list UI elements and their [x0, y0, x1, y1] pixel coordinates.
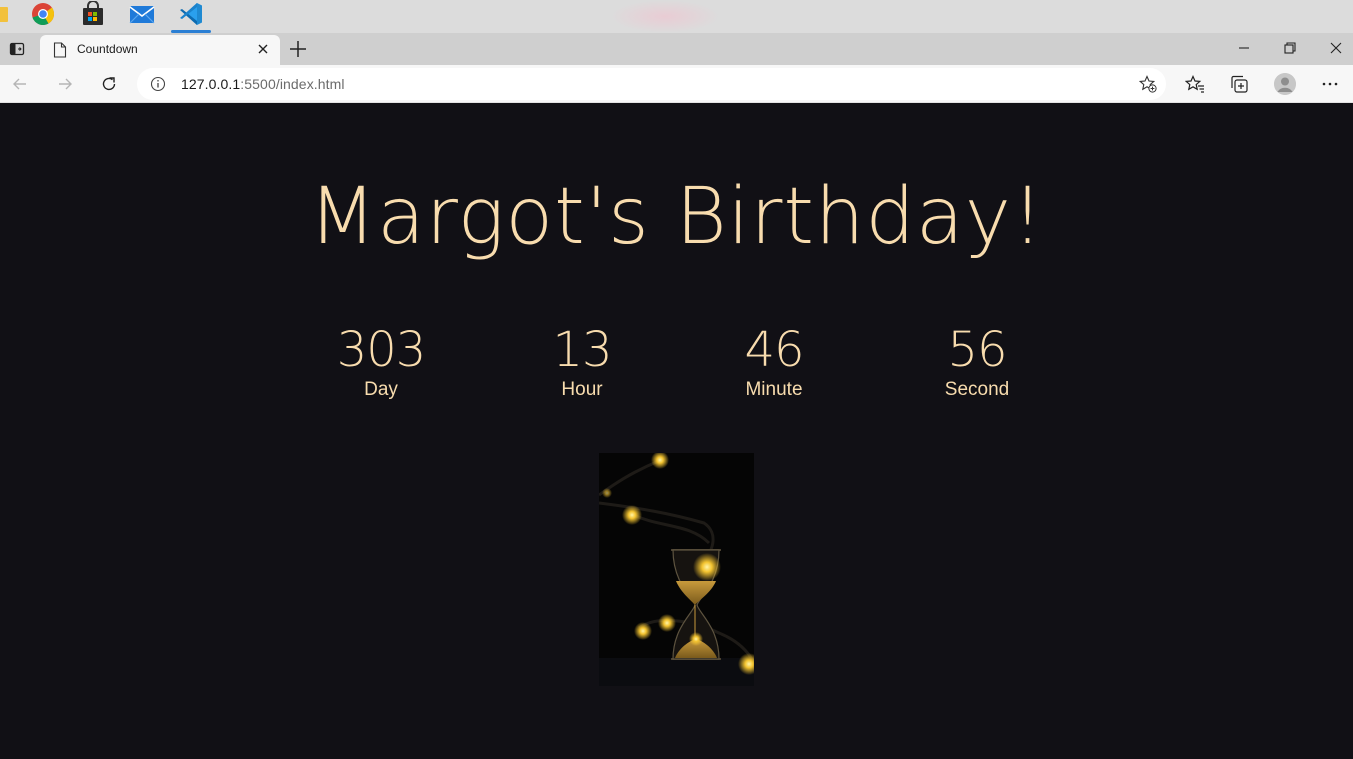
- page-content: Margot's Birthday! 303 Day 13 Hour 46 Mi…: [0, 104, 1353, 759]
- close-window-icon[interactable]: [1325, 37, 1347, 59]
- tab-countdown[interactable]: Countdown: [40, 35, 280, 65]
- refresh-icon[interactable]: [99, 74, 119, 94]
- countdown-title: Margot's Birthday!: [308, 172, 1045, 262]
- tab-bar: Countdown: [0, 33, 1353, 65]
- favorites-icon[interactable]: [1185, 74, 1205, 94]
- countdown-hours: 13 Hour: [502, 326, 662, 399]
- back-icon[interactable]: [10, 74, 30, 94]
- profile-avatar[interactable]: [1274, 73, 1296, 95]
- file-explorer-icon[interactable]: [0, 1, 12, 27]
- minimize-icon[interactable]: [1233, 37, 1255, 59]
- url-text[interactable]: 127.0.0.1:5500/index.html: [181, 76, 345, 92]
- forward-icon[interactable]: [55, 74, 75, 94]
- tab-actions-icon[interactable]: [9, 41, 25, 57]
- taskbar: [0, 0, 1353, 33]
- url-host: 127.0.0.1: [181, 76, 241, 92]
- new-tab-icon[interactable]: [287, 38, 309, 60]
- minutes-value: 46: [744, 322, 804, 378]
- url-path: :5500/index.html: [240, 76, 345, 92]
- page-icon: [53, 42, 67, 58]
- countdown-days: 303 Day: [301, 326, 461, 399]
- chrome-icon[interactable]: [30, 1, 56, 27]
- minutes-label: Minute: [745, 379, 803, 400]
- vscode-icon[interactable]: [178, 1, 204, 27]
- restore-icon[interactable]: [1279, 37, 1301, 59]
- countdown-seconds: 56 Second: [897, 326, 1057, 399]
- collections-icon[interactable]: [1229, 74, 1249, 94]
- more-icon[interactable]: [1320, 74, 1340, 94]
- days-label: Day: [364, 379, 398, 400]
- address-bar[interactable]: 127.0.0.1:5500/index.html: [137, 68, 1166, 100]
- seconds-label: Second: [944, 379, 1010, 400]
- taskbar-glow: [610, 0, 720, 33]
- close-tab-icon[interactable]: [255, 41, 271, 57]
- tab-title: Countdown: [77, 42, 138, 56]
- hours-label: Hour: [561, 379, 603, 400]
- add-favorite-icon[interactable]: [1139, 75, 1157, 93]
- seconds-value: 56: [947, 322, 1007, 378]
- days-value: 303: [336, 322, 427, 378]
- store-icon[interactable]: [80, 1, 106, 27]
- hours-value: 13: [552, 322, 612, 378]
- info-icon[interactable]: [150, 76, 166, 92]
- hourglass-photo: [599, 453, 754, 686]
- mail-icon[interactable]: [129, 1, 155, 27]
- profile-icon: [1274, 73, 1296, 95]
- countdown-minutes: 46 Minute: [694, 326, 854, 399]
- address-toolbar: 127.0.0.1:5500/index.html: [0, 65, 1353, 103]
